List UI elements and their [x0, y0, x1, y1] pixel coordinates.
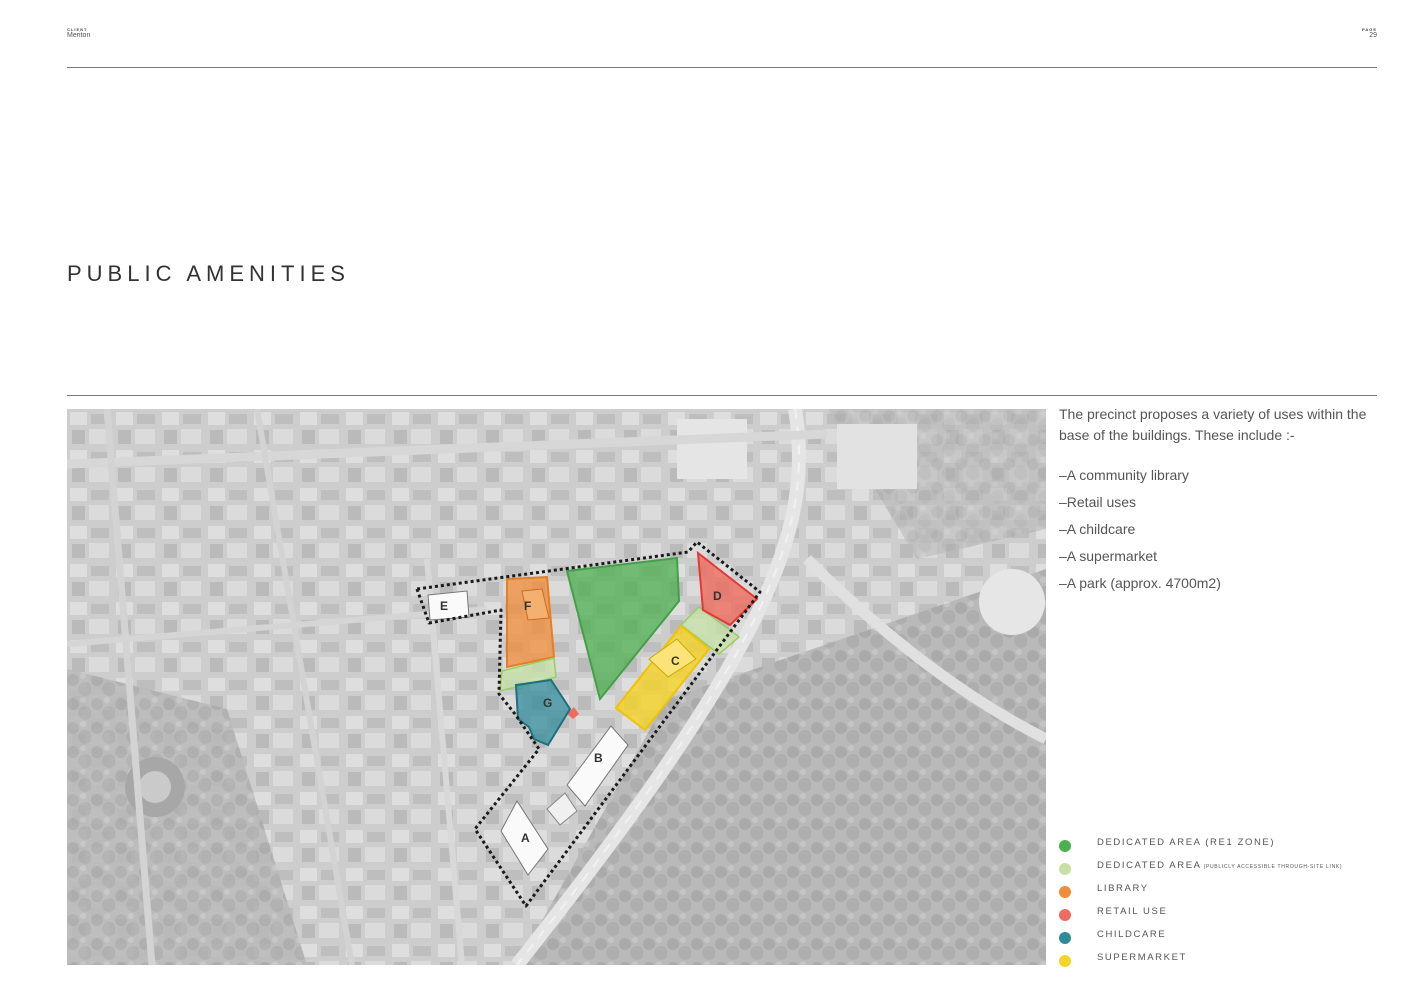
legend-label: DEDICATED AREA: [1097, 860, 1202, 871]
legend-label: LIBRARY: [1097, 883, 1149, 894]
legend-item-dedicated-area-re1: DEDICATED AREA (RE1 ZONE): [1059, 834, 1377, 857]
legend-swatch: [1059, 840, 1071, 852]
amenities-list: –A community library –Retail uses –A chi…: [1059, 462, 1377, 597]
building-label-a: A: [521, 831, 530, 845]
building-label-e: E: [440, 599, 448, 613]
list-item: –A community library: [1059, 467, 1189, 483]
legend-item-retail-use: RETAIL USE: [1059, 903, 1377, 926]
list-item: –Retail uses: [1059, 494, 1137, 510]
legend-label: SUPERMARKET: [1097, 952, 1187, 963]
legend-swatch: [1059, 909, 1071, 921]
building-label-d: D: [713, 589, 722, 603]
amenities-description: The precinct proposes a variety of uses …: [1059, 404, 1377, 597]
list-item: –A childcare: [1059, 521, 1136, 537]
content-divider: [67, 395, 1377, 396]
description-intro: The precinct proposes a variety of uses …: [1059, 406, 1367, 443]
building-label-b: B: [594, 751, 603, 765]
building-label-c: C: [671, 654, 680, 668]
header-divider: [67, 67, 1377, 68]
client-name: Meriton: [67, 32, 91, 39]
page-number: 29: [1369, 32, 1377, 39]
legend-item-library: LIBRARY: [1059, 880, 1377, 903]
legend-label: RETAIL USE: [1097, 906, 1168, 917]
building-e-footprint: [427, 590, 470, 621]
list-item: –A supermarket: [1059, 548, 1158, 564]
building-label-f: F: [524, 599, 531, 613]
map-legend: DEDICATED AREA (RE1 ZONE) DEDICATED AREA…: [1059, 834, 1377, 972]
legend-item-supermarket: SUPERMARKET: [1059, 949, 1377, 972]
site-aerial-map: A B C D E F G: [67, 409, 1046, 965]
building-label-g: G: [543, 696, 552, 710]
legend-swatch: [1059, 886, 1071, 898]
legend-label: DEDICATED AREA (RE1 ZONE): [1097, 837, 1276, 848]
legend-sublabel: (PUBLICLY ACCESSIBLE THROUGH-SITE LINK): [1203, 864, 1343, 870]
list-item: –A park (approx. 4700m2): [1059, 575, 1221, 591]
legend-swatch: [1059, 932, 1071, 944]
page-title: PUBLIC AMENITIES: [67, 261, 350, 286]
legend-item-childcare: CHILDCARE: [1059, 926, 1377, 949]
legend-item-dedicated-area-link: DEDICATED AREA (PUBLICLY ACCESSIBLE THROU…: [1059, 857, 1377, 880]
legend-swatch: [1059, 955, 1071, 967]
legend-label: CHILDCARE: [1097, 929, 1167, 940]
legend-swatch: [1059, 863, 1071, 875]
